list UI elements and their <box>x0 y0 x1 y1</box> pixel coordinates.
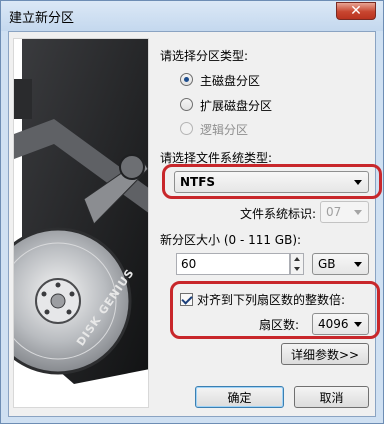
radio-primary-label[interactable]: 主磁盘分区 <box>200 72 260 89</box>
dialog-body: DISK GENIUS 请选择分区类型: 主磁盘分区 扩展磁盘分区 逻辑分区 请… <box>8 31 382 417</box>
partition-size-label: 新分区大小 (0 - 111 GB): <box>160 233 302 247</box>
hard-disk-icon <box>14 39 148 384</box>
stepper-up-icon[interactable] <box>294 257 300 261</box>
dialog-window: 建立新分区 ✕ DISK GENIUS 请选择分区类型: 主磁盘分区 扩展磁盘分… <box>0 0 384 424</box>
filesystem-id-value: 07 <box>326 205 342 219</box>
advanced-params-button[interactable]: 详细参数>> <box>281 343 369 365</box>
window-title: 建立新分区 <box>9 11 75 26</box>
chevron-down-icon <box>354 210 362 215</box>
chevron-down-icon <box>354 262 362 267</box>
radio-logical-label: 逻辑分区 <box>200 123 249 137</box>
partition-size-value: 60 <box>181 257 197 271</box>
partition-type-label: 请选择分区类型: <box>160 49 249 63</box>
radio-extended-label[interactable]: 扩展磁盘分区 <box>200 97 272 114</box>
radio-extended-indicator[interactable] <box>180 98 193 111</box>
partition-size-stepper[interactable] <box>290 253 304 275</box>
cancel-button-label: 取消 <box>319 390 344 405</box>
filesystem-id-label: 文件系统标识: <box>240 207 317 221</box>
cancel-button[interactable]: 取消 <box>294 386 369 408</box>
filesystem-highlight <box>162 164 382 199</box>
advanced-params-label: 详细参数>> <box>290 347 360 362</box>
ok-button-label: 确定 <box>227 390 252 405</box>
title-bar[interactable]: 建立新分区 ✕ <box>1 1 383 31</box>
size-unit-value: GB <box>318 257 336 271</box>
disk-illustration: DISK GENIUS <box>13 38 149 408</box>
partition-size-input[interactable]: 60 <box>176 253 290 275</box>
filesystem-id-select: 07 <box>320 201 369 223</box>
size-unit-select[interactable]: GB <box>312 253 369 275</box>
ok-button[interactable]: 确定 <box>195 386 284 408</box>
stepper-down-icon[interactable] <box>294 267 300 271</box>
close-button[interactable]: ✕ <box>336 2 376 20</box>
radio-primary-indicator[interactable] <box>180 73 193 86</box>
radio-logical-indicator <box>180 122 193 135</box>
close-icon: ✕ <box>350 3 362 19</box>
align-highlight <box>170 281 380 339</box>
